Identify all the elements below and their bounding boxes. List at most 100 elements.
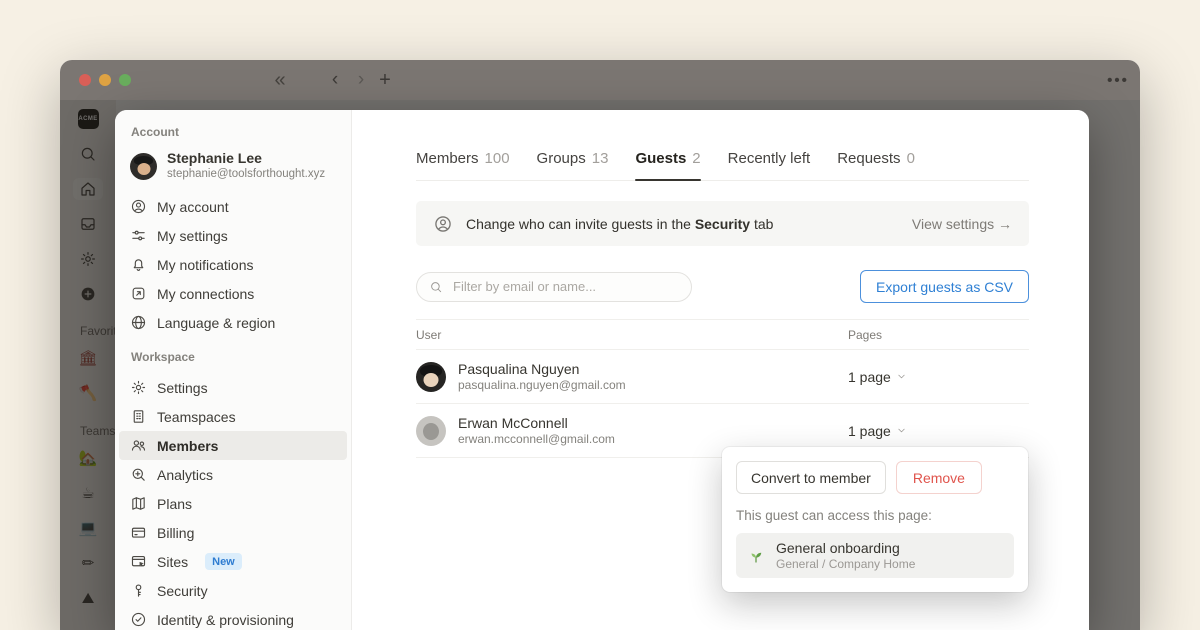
members-tabs: Members 100 Groups 13 Guests 2 Recently … <box>416 150 1029 181</box>
guest-filter-search[interactable] <box>416 272 692 302</box>
export-guests-csv-button[interactable]: Export guests as CSV <box>860 270 1029 303</box>
tab-count: 100 <box>485 150 510 167</box>
sprout-icon <box>747 547 765 565</box>
sidebar-item-label: Security <box>157 583 208 599</box>
page-breadcrumb: General / Company Home <box>776 557 915 572</box>
sidebar-item-label: My connections <box>157 286 254 302</box>
minimize-window-button[interactable] <box>99 74 111 86</box>
tab-groups[interactable]: Groups 13 <box>537 150 609 180</box>
workspace-section-label: Workspace <box>115 349 351 365</box>
sidebar-item-members[interactable]: Members <box>119 431 347 460</box>
banner-text: Change who can invite guests in the Secu… <box>466 216 773 232</box>
forward-icon[interactable]: › <box>349 60 373 100</box>
tab-label: Recently left <box>728 150 811 167</box>
sidebar-item-teamspaces[interactable]: Teamspaces <box>119 402 347 431</box>
guests-table: User Pages Pasqualina Nguyen pasqualina.… <box>416 319 1029 458</box>
more-options-icon[interactable]: ••• <box>1098 60 1138 100</box>
sliders-icon <box>130 227 147 244</box>
pages-dropdown[interactable]: 1 page <box>848 423 1029 439</box>
members-icon <box>130 437 147 454</box>
sidebar-item-label: My settings <box>157 228 228 244</box>
view-settings-link[interactable]: View settings → <box>912 216 1012 232</box>
tab-label: Requests <box>837 150 900 167</box>
sidebar-item-label: Analytics <box>157 467 213 483</box>
convert-to-member-button[interactable]: Convert to member <box>736 461 886 494</box>
page: { "titlebar": { "collapse_icon": "«", "b… <box>0 0 1200 630</box>
sidebar-item-my-account[interactable]: My account <box>119 192 347 221</box>
gear-icon <box>130 379 147 396</box>
close-window-button[interactable] <box>79 74 91 86</box>
browser-icon <box>130 553 147 570</box>
remove-guest-button[interactable]: Remove <box>896 461 982 494</box>
popover-caption: This guest can access this page: <box>736 508 1014 523</box>
account-user[interactable]: Stephanie Lee stephanie@toolsforthought.… <box>115 150 351 182</box>
sidebar-item-label: Sites <box>157 554 188 570</box>
column-header-pages: Pages <box>848 328 1029 342</box>
zoom-plus-icon <box>130 466 147 483</box>
tab-count: 2 <box>692 150 700 167</box>
building-icon <box>130 408 147 425</box>
pages-dropdown[interactable]: 1 page <box>848 369 1029 385</box>
sidebar-item-label: Plans <box>157 496 192 512</box>
account-section-label: Account <box>115 124 351 140</box>
new-badge: New <box>205 553 242 570</box>
traffic-lights <box>79 74 131 86</box>
sidebar-item-security[interactable]: Security <box>119 576 347 605</box>
user-circle-icon <box>130 198 147 215</box>
zoom-window-button[interactable] <box>119 74 131 86</box>
arrow-out-icon <box>130 285 147 302</box>
settings-sidebar: Account Stephanie Lee stephanie@toolsfor… <box>115 110 352 630</box>
search-icon <box>429 280 443 294</box>
invite-guests-banner: Change who can invite guests in the Secu… <box>416 201 1029 246</box>
sidebar-item-label: Language & region <box>157 315 275 331</box>
tab-guests[interactable]: Guests 2 <box>635 150 700 180</box>
avatar <box>130 153 157 180</box>
sidebar-item-label: My notifications <box>157 257 253 273</box>
sidebar-item-identity-provisioning[interactable]: Identity & provisioning <box>119 605 347 630</box>
sidebar-item-plans[interactable]: Plans <box>119 489 347 518</box>
sidebar-item-language-region[interactable]: Language & region <box>119 308 347 337</box>
sidebar-item-label: Billing <box>157 525 194 541</box>
sidebar-item-settings[interactable]: Settings <box>119 373 347 402</box>
tab-recently-left[interactable]: Recently left <box>728 150 811 180</box>
account-user-email: stephanie@toolsforthought.xyz <box>167 167 325 182</box>
key-icon <box>130 582 147 599</box>
sidebar-item-my-notifications[interactable]: My notifications <box>119 250 347 279</box>
avatar <box>416 416 446 446</box>
sidebar-item-billing[interactable]: Billing <box>119 518 347 547</box>
new-tab-icon[interactable]: + <box>373 60 397 100</box>
sidebar-item-label: My account <box>157 199 229 215</box>
sidebar-collapse-icon[interactable]: « <box>268 60 292 100</box>
back-icon[interactable]: ‹ <box>323 60 347 100</box>
table-row: Pasqualina Nguyen pasqualina.nguyen@gmai… <box>416 350 1029 404</box>
window-titlebar: « ‹ › + ••• <box>60 60 1140 100</box>
settings-modal: Account Stephanie Lee stephanie@toolsfor… <box>115 110 1089 630</box>
sidebar-item-label: Teamspaces <box>157 409 236 425</box>
sidebar-item-sites[interactable]: Sites New <box>119 547 347 576</box>
sidebar-item-label: Members <box>157 438 218 454</box>
chevron-down-icon <box>896 425 907 436</box>
accessible-page-item[interactable]: General onboarding General / Company Hom… <box>736 533 1014 578</box>
globe-icon <box>130 314 147 331</box>
sidebar-item-label: Identity & provisioning <box>157 612 294 628</box>
bell-icon <box>130 256 147 273</box>
tab-requests[interactable]: Requests 0 <box>837 150 915 180</box>
guest-name: Pasqualina Nguyen <box>458 360 626 378</box>
sidebar-item-my-settings[interactable]: My settings <box>119 221 347 250</box>
user-circle-icon <box>433 214 453 234</box>
guest-name: Erwan McConnell <box>458 414 615 432</box>
shield-check-icon <box>130 611 147 628</box>
pages-count: 1 page <box>848 423 891 439</box>
guest-pages-popover: Convert to member Remove This guest can … <box>722 447 1028 592</box>
tab-label: Groups <box>537 150 586 167</box>
members-settings-panel: Members 100 Groups 13 Guests 2 Recently … <box>352 110 1089 630</box>
guest-email: erwan.mcconnell@gmail.com <box>458 432 615 447</box>
sidebar-item-analytics[interactable]: Analytics <box>119 460 347 489</box>
credit-card-icon <box>130 524 147 541</box>
table-header: User Pages <box>416 319 1029 350</box>
search-input[interactable] <box>451 278 686 295</box>
pages-count: 1 page <box>848 369 891 385</box>
sidebar-item-my-connections[interactable]: My connections <box>119 279 347 308</box>
tab-members[interactable]: Members 100 <box>416 150 510 180</box>
chevron-down-icon <box>896 371 907 382</box>
